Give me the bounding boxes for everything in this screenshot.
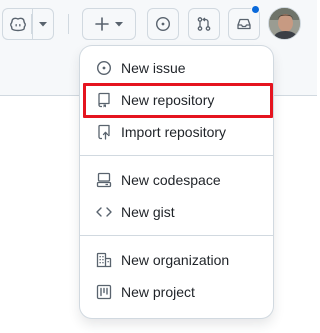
header-separator [68,14,69,34]
menu-item-label: New codespace [121,172,221,188]
menu-divider [80,235,273,236]
inbox-icon [236,16,252,32]
copilot-icon [9,16,27,32]
organization-icon [96,252,112,268]
split-divider [31,14,32,34]
codespaces-icon [96,172,112,188]
menu-item-label: New organization [121,252,230,268]
plus-icon [95,17,109,31]
avatar[interactable] [268,7,301,40]
menu-item-label: New project [121,284,195,300]
menu-item-new-codespace[interactable]: New codespace [88,164,265,196]
project-icon [96,284,112,300]
menu-item-label: New gist [121,204,175,220]
notification-indicator [251,5,260,14]
pull-requests-button[interactable] [188,8,220,40]
triangle-down-icon [115,21,123,27]
copilot-dropdown-button[interactable] [32,8,54,40]
highlight-box [83,83,273,118]
menu-item-label: Import repository [121,124,227,140]
code-icon [96,204,112,220]
issue-opened-icon [96,60,112,76]
menu-item-new-issue[interactable]: New issue [88,52,265,84]
menu-item-new-project[interactable]: New project [88,276,265,308]
issue-opened-icon [155,16,171,32]
repo-push-icon [96,124,112,140]
copilot-button[interactable] [2,8,32,40]
issues-button[interactable] [147,8,179,40]
menu-divider [80,155,273,156]
menu-item-new-organization[interactable]: New organization [88,244,265,276]
triangle-down-icon [39,21,47,27]
menu-item-import-repository[interactable]: Import repository [88,116,265,148]
git-pull-request-icon [196,16,212,32]
menu-item-new-gist[interactable]: New gist [88,196,265,228]
create-new-button[interactable] [82,8,136,40]
menu-item-label: New issue [121,60,186,76]
